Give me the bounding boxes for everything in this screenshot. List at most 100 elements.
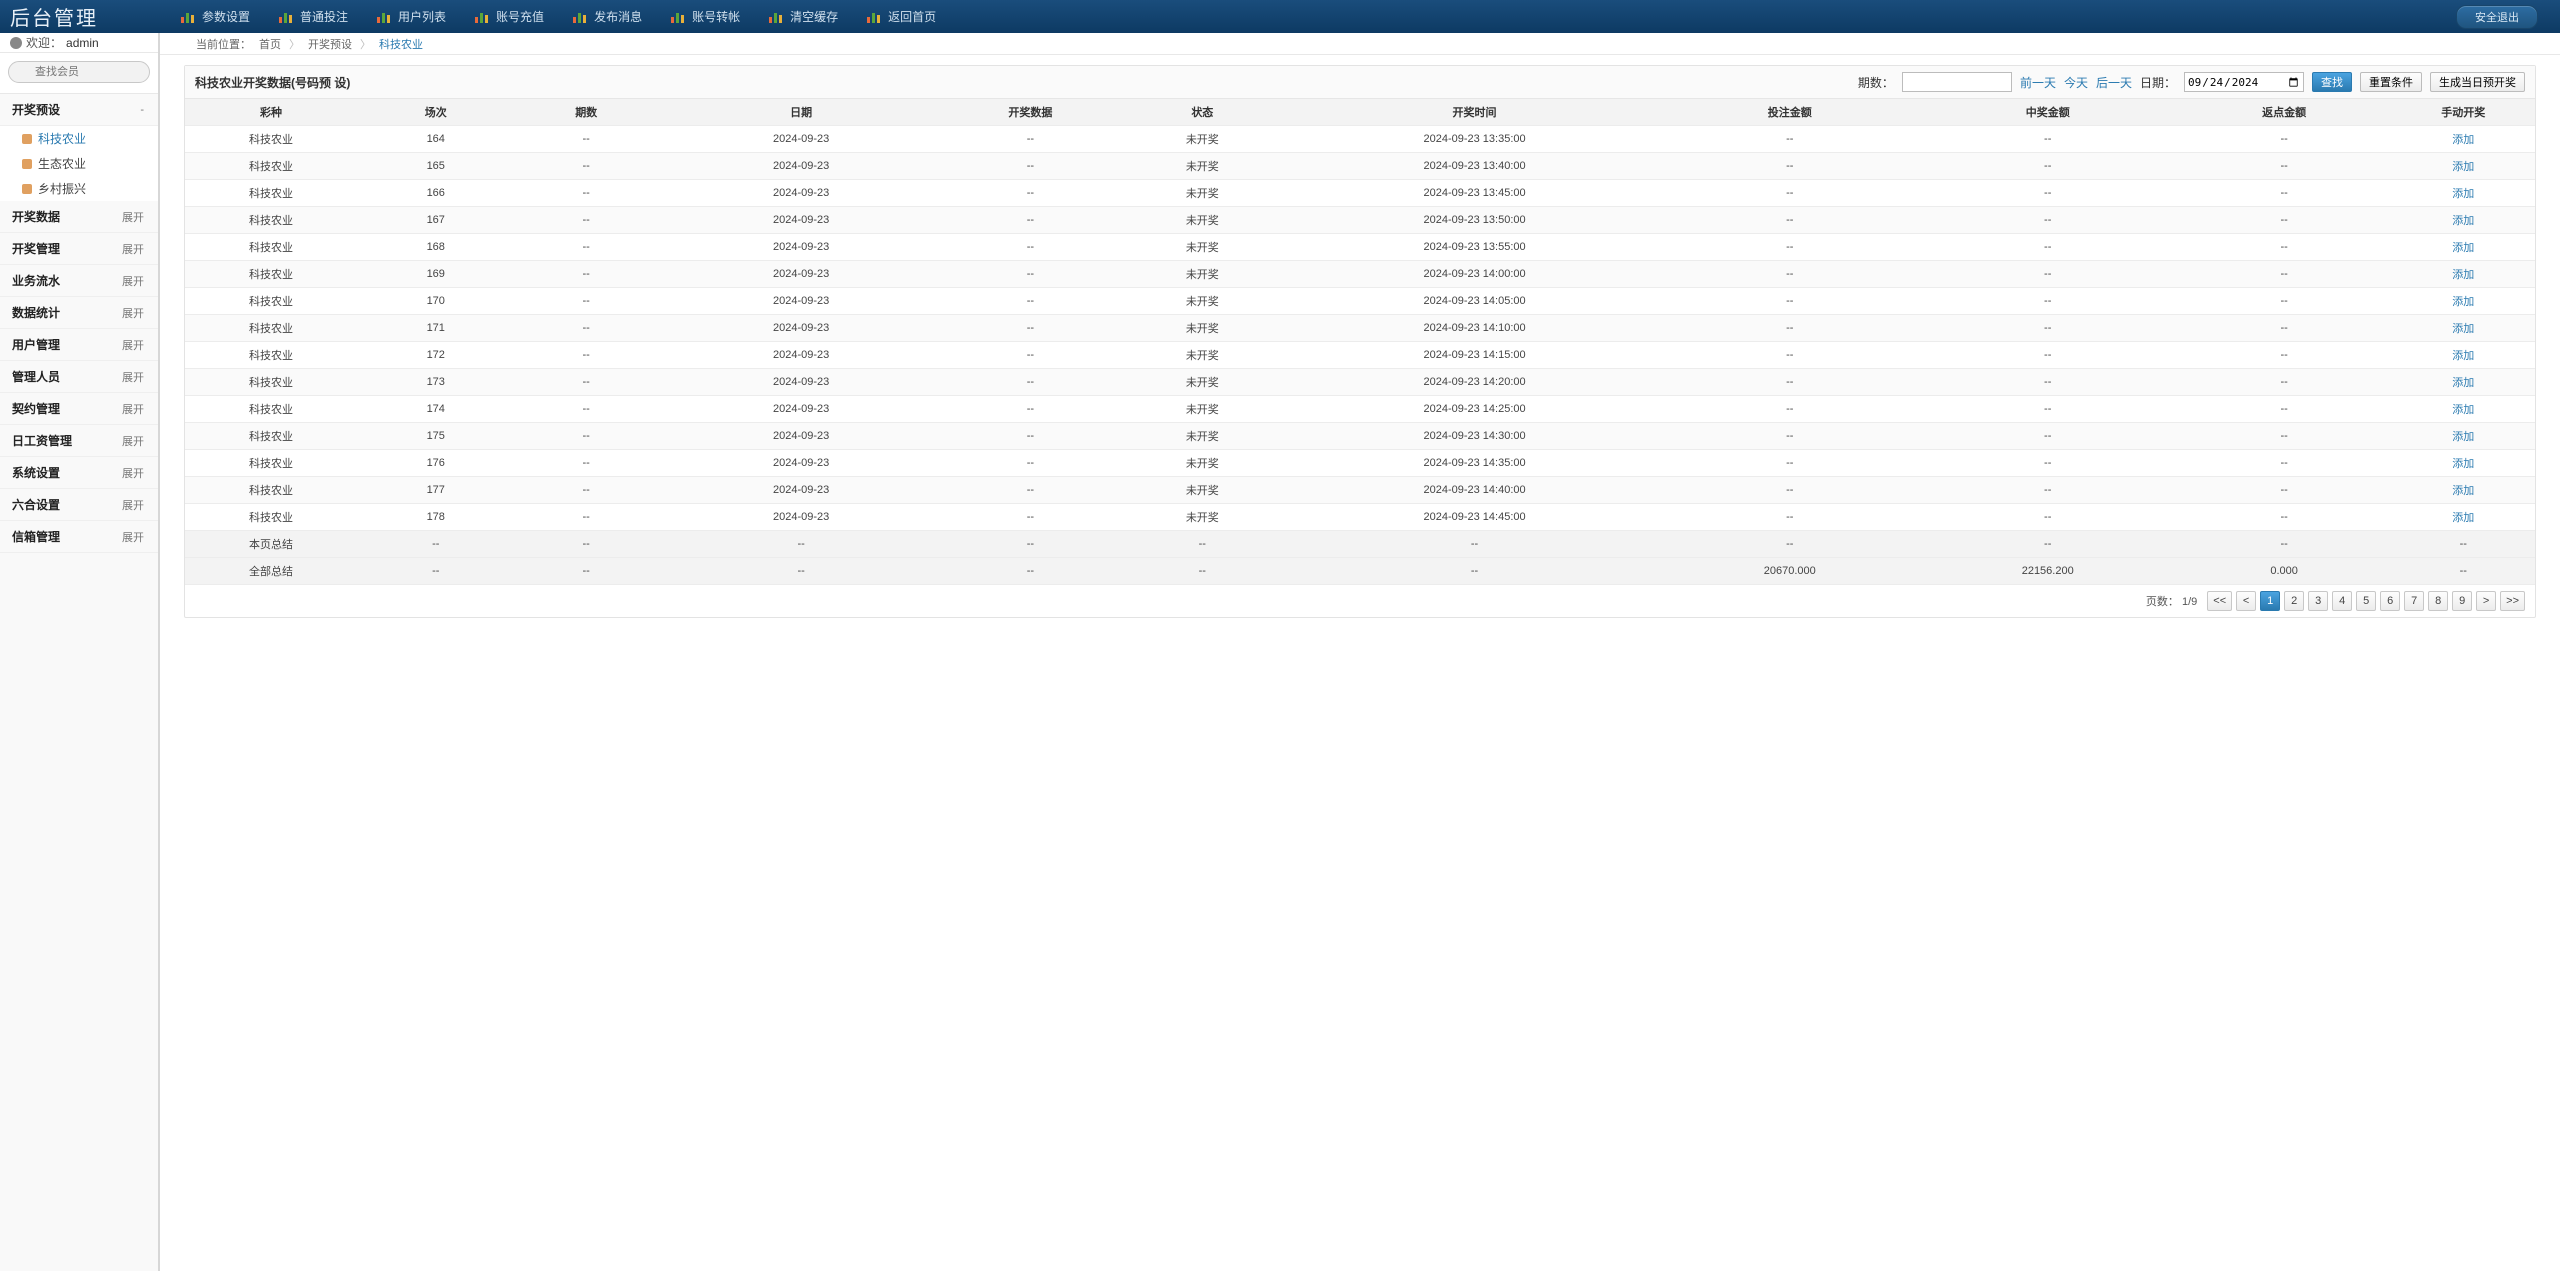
cell-kj: --: [944, 126, 1116, 153]
col-header: 状态: [1116, 99, 1288, 126]
topnav-users[interactable]: 用户列表: [376, 8, 446, 25]
topnav-clear[interactable]: 清空缓存: [768, 8, 838, 25]
add-link[interactable]: 添加: [2452, 350, 2474, 362]
search-input[interactable]: [8, 61, 150, 83]
submenu-item-kj-nongye[interactable]: 科技农业: [0, 126, 158, 151]
cell-cc: 164: [357, 126, 515, 153]
pager-first[interactable]: <<: [2207, 591, 2232, 611]
menu-group-sys[interactable]: 系统设置展开: [0, 457, 158, 489]
submenu-item-xczx[interactable]: 乡村振兴: [0, 176, 158, 201]
cell-cz: 科技农业: [185, 180, 357, 207]
menu-group-stats[interactable]: 数据统计展开: [0, 297, 158, 329]
pager-page-7[interactable]: 7: [2404, 591, 2424, 611]
cell-rq: 2024-09-23: [658, 153, 945, 180]
today-link[interactable]: 今天: [2064, 74, 2088, 91]
cell-sj: 2024-09-23 13:55:00: [1288, 234, 1661, 261]
pager-page-2[interactable]: 2: [2284, 591, 2304, 611]
menu-group-usermgr[interactable]: 用户管理展开: [0, 329, 158, 361]
menu-group-admins[interactable]: 管理人员展开: [0, 361, 158, 393]
footer-cell: --: [2392, 558, 2535, 585]
cell-sj: 2024-09-23 14:10:00: [1288, 315, 1661, 342]
add-link[interactable]: 添加: [2452, 485, 2474, 497]
add-link[interactable]: 添加: [2452, 512, 2474, 524]
add-link[interactable]: 添加: [2452, 134, 2474, 146]
add-link[interactable]: 添加: [2452, 242, 2474, 254]
generate-button[interactable]: 生成当日预开奖: [2430, 72, 2525, 92]
menu-group-contract[interactable]: 契约管理展开: [0, 393, 158, 425]
period-input[interactable]: [1902, 72, 2012, 92]
pager-page-4[interactable]: 4: [2332, 591, 2352, 611]
cell-zt: 未开奖: [1116, 126, 1288, 153]
menu-group-flow[interactable]: 业务流水展开: [0, 265, 158, 297]
prev-day-link[interactable]: 前一天: [2020, 74, 2056, 91]
topnav-recharge[interactable]: 账号充值: [474, 8, 544, 25]
cell-qs: --: [515, 153, 658, 180]
add-link[interactable]: 添加: [2452, 458, 2474, 470]
pager-page-8[interactable]: 8: [2428, 591, 2448, 611]
topnav-msg[interactable]: 发布消息: [572, 8, 642, 25]
next-day-link[interactable]: 后一天: [2096, 74, 2132, 91]
add-link[interactable]: 添加: [2452, 215, 2474, 227]
cell-tz: --: [1661, 396, 1919, 423]
menu-group-mail[interactable]: 信箱管理展开: [0, 521, 158, 553]
cell-zj: --: [1919, 234, 2177, 261]
cell-kj: --: [944, 450, 1116, 477]
main: 当前位置： 首页 〉 开奖预设 〉 科技农业 科技农业开奖数据(号码预 设) 期…: [160, 33, 2560, 1271]
submenu-item-st-nongye[interactable]: 生态农业: [0, 151, 158, 176]
reset-button[interactable]: 重置条件: [2360, 72, 2422, 92]
add-link[interactable]: 添加: [2452, 431, 2474, 443]
topnav-label: 普通投注: [300, 8, 348, 25]
data-panel: 科技农业开奖数据(号码预 设) 期数： 前一天 今天 后一天 日期： 查找 重置…: [184, 65, 2536, 618]
dot-icon: [22, 159, 32, 169]
topnav-transfer[interactable]: 账号转帐: [670, 8, 740, 25]
pager-page-3[interactable]: 3: [2308, 591, 2328, 611]
menu-group-liuhe[interactable]: 六合设置展开: [0, 489, 158, 521]
pager-page-1[interactable]: 1: [2260, 591, 2280, 611]
add-link[interactable]: 添加: [2452, 269, 2474, 281]
date-input[interactable]: [2184, 72, 2304, 92]
menu-group-kjmgr[interactable]: 开奖管理展开: [0, 233, 158, 265]
topnav-bet[interactable]: 普通投注: [278, 8, 348, 25]
add-link[interactable]: 添加: [2452, 296, 2474, 308]
cell-action: 添加: [2392, 450, 2535, 477]
cell-cz: 科技农业: [185, 477, 357, 504]
add-link[interactable]: 添加: [2452, 404, 2474, 416]
topnav-home[interactable]: 返回首页: [866, 8, 936, 25]
cell-sj: 2024-09-23 14:20:00: [1288, 369, 1661, 396]
add-link[interactable]: 添加: [2452, 377, 2474, 389]
logout-button[interactable]: 安全退出: [2456, 5, 2538, 29]
cell-cc: 168: [357, 234, 515, 261]
cell-cz: 科技农业: [185, 126, 357, 153]
menu-toggle-icon: 展开: [122, 529, 144, 545]
cell-kj: --: [944, 504, 1116, 531]
search-button[interactable]: 查找: [2312, 72, 2352, 92]
pager-page-9[interactable]: 9: [2452, 591, 2472, 611]
pager-prev[interactable]: <: [2236, 591, 2256, 611]
topbar: 后台管理 参数设置普通投注用户列表账号充值发布消息账号转帐清空缓存返回首页 安全…: [0, 0, 2560, 33]
cell-rq: 2024-09-23: [658, 450, 945, 477]
panel-header: 科技农业开奖数据(号码预 设) 期数： 前一天 今天 后一天 日期： 查找 重置…: [185, 66, 2535, 99]
cell-zt: 未开奖: [1116, 342, 1288, 369]
topnav: 参数设置 普通投注 用户列表 账号充值 发布消息 账号转帐 清空缓存 返回首页: [160, 8, 2456, 25]
pager-page-6[interactable]: 6: [2380, 591, 2400, 611]
topnav-params[interactable]: 参数设置: [180, 8, 250, 25]
add-link[interactable]: 添加: [2452, 161, 2474, 173]
pager-page-5[interactable]: 5: [2356, 591, 2376, 611]
cell-kj: --: [944, 396, 1116, 423]
table-row: 科技农业170--2024-09-23--未开奖2024-09-23 14:05…: [185, 288, 2535, 315]
menu-group-kjdata[interactable]: 开奖数据展开: [0, 201, 158, 233]
bar-chart-icon: [572, 10, 590, 24]
pager-next[interactable]: >: [2476, 591, 2496, 611]
cell-fd: --: [2177, 234, 2392, 261]
cell-tz: --: [1661, 450, 1919, 477]
table-row: 科技农业174--2024-09-23--未开奖2024-09-23 14:25…: [185, 396, 2535, 423]
crumb-home[interactable]: 首页: [251, 36, 289, 52]
crumb-level1[interactable]: 开奖预设: [300, 36, 360, 52]
menu-group-salary[interactable]: 日工资管理展开: [0, 425, 158, 457]
cell-cz: 科技农业: [185, 207, 357, 234]
topnav-label: 账号转帐: [692, 8, 740, 25]
add-link[interactable]: 添加: [2452, 323, 2474, 335]
add-link[interactable]: 添加: [2452, 188, 2474, 200]
pager-last[interactable]: >>: [2500, 591, 2525, 611]
menu-group-preset[interactable]: 开奖预设-: [0, 94, 158, 126]
